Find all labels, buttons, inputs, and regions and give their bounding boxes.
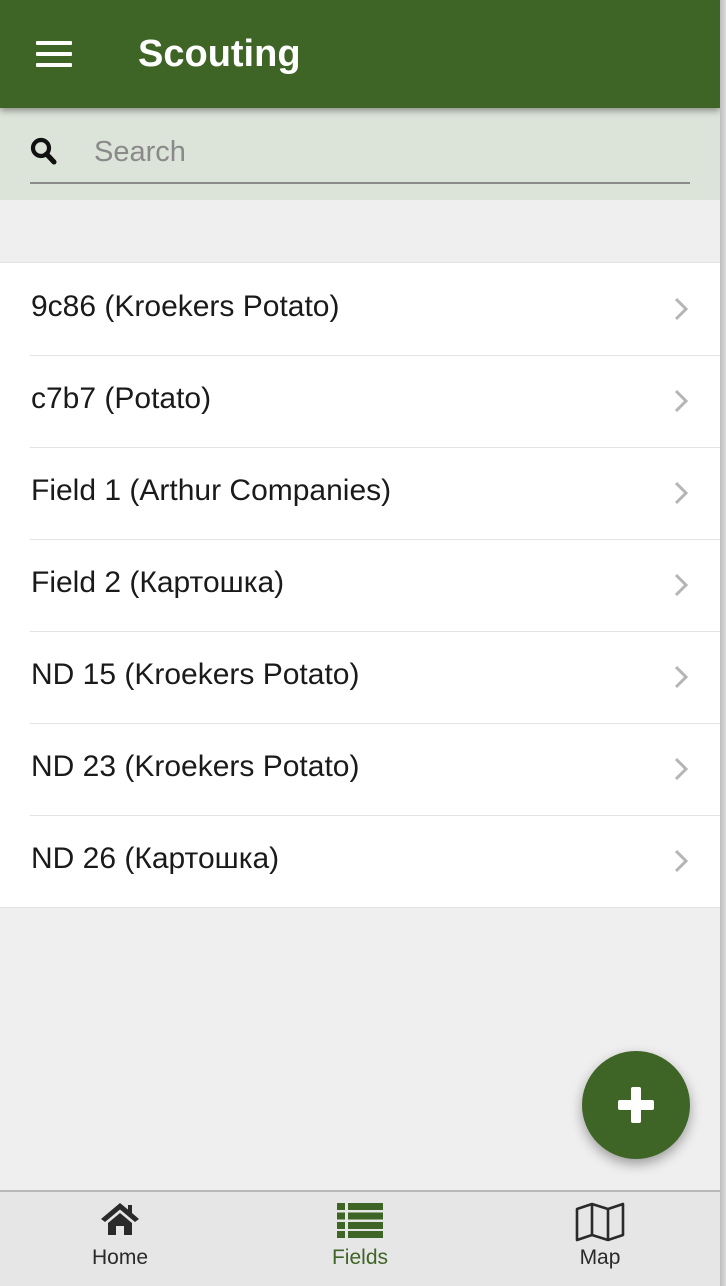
list-icon [337,1203,383,1238]
plus-icon [618,1087,654,1123]
nav-fields[interactable]: Fields [240,1192,480,1286]
home-icon [101,1203,139,1235]
map-icon [575,1202,625,1242]
chevron-right-icon [674,573,689,597]
hamburger-menu-icon[interactable] [26,30,82,78]
chevron-right-icon [674,849,689,873]
field-list-item[interactable]: ND 23 (Kroekers Potato) [0,723,720,815]
field-name: Field 1 (Arthur Companies) [31,474,392,507]
field-list-item[interactable]: 9c86 (Kroekers Potato) [0,263,720,355]
chevron-right-icon [674,757,689,781]
field-list-item[interactable]: Field 1 (Arthur Companies) [0,447,720,539]
window-edge [720,0,726,1286]
search-input[interactable] [94,130,690,174]
field-name: c7b7 (Potato) [31,382,212,415]
nav-map[interactable]: Map [480,1192,720,1286]
nav-map-label: Map [579,1246,621,1269]
bottom-navigation: Home Fields Map [0,1190,720,1286]
field-name: Field 2 (Картошка) [31,566,285,599]
app-header: Scouting [0,0,720,108]
app-screen: Scouting 9c86 (Kroekers Potato) c7b7 (Po… [0,0,720,1286]
search-underline [30,182,690,184]
chevron-right-icon [674,389,689,413]
field-name: ND 26 (Картошка) [31,842,280,875]
chevron-right-icon [674,481,689,505]
field-name: ND 23 (Kroekers Potato) [31,750,360,783]
page-title: Scouting [138,33,301,75]
nav-fields-label: Fields [331,1246,389,1269]
add-field-button[interactable] [582,1051,690,1159]
field-name: ND 15 (Kroekers Potato) [31,658,360,691]
field-list-item[interactable]: c7b7 (Potato) [0,355,720,447]
field-name: 9c86 (Kroekers Potato) [31,290,340,323]
field-list-item[interactable]: ND 26 (Картошка) [0,815,720,907]
field-list-item[interactable]: ND 15 (Kroekers Potato) [0,631,720,723]
search-icon [30,137,57,165]
nav-home-label: Home [91,1246,149,1269]
search-bar [0,108,720,200]
chevron-right-icon [674,297,689,321]
field-list-item[interactable]: Field 2 (Картошка) [0,539,720,631]
nav-home[interactable]: Home [0,1192,240,1286]
fields-list: 9c86 (Kroekers Potato) c7b7 (Potato) Fie… [0,262,720,908]
chevron-right-icon [674,665,689,689]
